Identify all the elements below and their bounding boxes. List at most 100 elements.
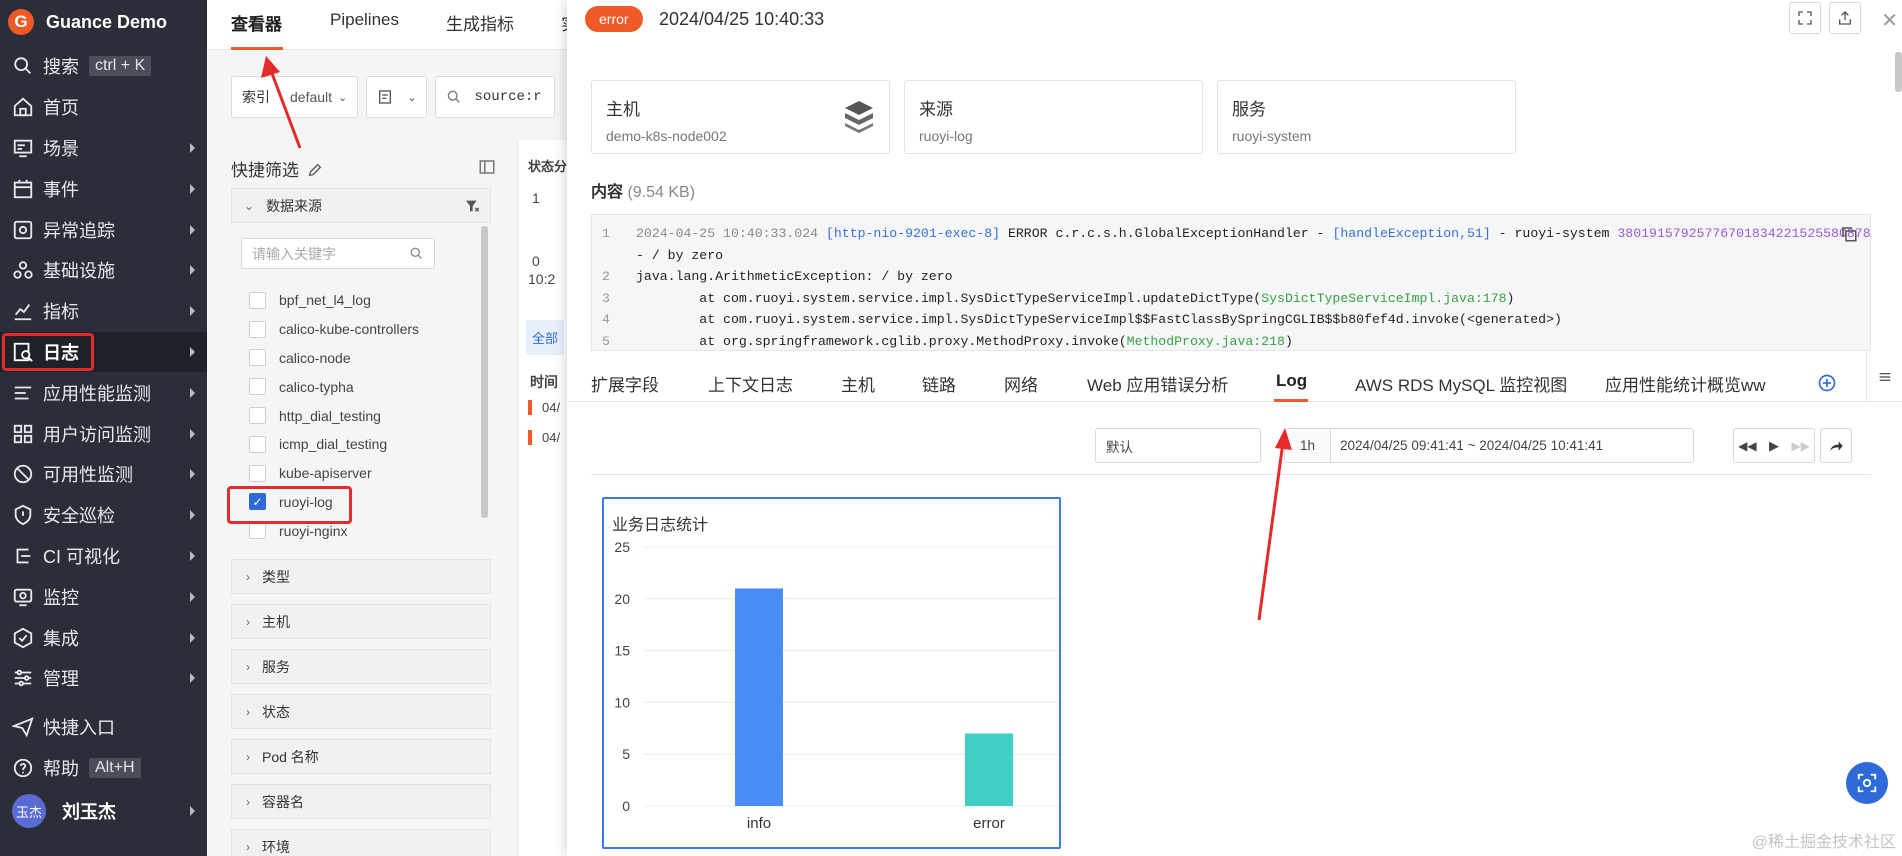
rewind-icon[interactable]: ◀◀	[1734, 439, 1761, 453]
time-range-value: 2024/04/25 09:41:41 ~ 2024/04/25 10:41:4…	[1340, 438, 1604, 453]
tab-log[interactable]: Log	[1276, 371, 1307, 391]
sidebar-item-label: CI 可视化	[43, 546, 121, 567]
tab-context-logs[interactable]: 上下文日志	[708, 371, 793, 396]
checkbox[interactable]	[249, 291, 266, 309]
facet-container-name[interactable]: › 容器名	[231, 784, 491, 819]
scrollbar[interactable]	[1895, 52, 1902, 92]
tab-web-error-analysis[interactable]: Web 应用错误分析	[1087, 371, 1228, 396]
query-mode-select[interactable]: ⌄	[366, 76, 428, 118]
time-preset[interactable]: 1h	[1285, 429, 1331, 462]
brand[interactable]: G Guance Demo	[0, 0, 207, 44]
list-item[interactable]: calico-kube-controllers	[249, 315, 449, 344]
facet-host[interactable]: › 主机	[231, 604, 491, 639]
sidebar-item-rum[interactable]: 用户访问监测	[0, 413, 207, 454]
tab-apm-overview[interactable]: 应用性能统计概览ww	[1605, 371, 1766, 396]
tab-pipelines[interactable]: Pipelines	[330, 10, 399, 30]
checkbox[interactable]	[249, 378, 266, 396]
fullscreen-button[interactable]	[1789, 2, 1821, 34]
tab-trace[interactable]: 链路	[922, 371, 956, 396]
sidebar-item-security[interactable]: 安全巡检	[0, 495, 207, 536]
list-item[interactable]: kube-apiserver	[249, 459, 449, 488]
sidebar-item-manage[interactable]: 管理	[0, 658, 207, 699]
list-item[interactable]: calico-typha	[249, 372, 449, 401]
sidebar-item-integration[interactable]: 集成	[0, 617, 207, 658]
time-range-picker[interactable]: 1h 2024/04/25 09:41:41 ~ 2024/04/25 10:4…	[1284, 428, 1694, 463]
checkbox[interactable]	[249, 435, 266, 453]
log-content-viewer[interactable]: 1 2024-04-25 10:40:33.024 [http-nio-9201-…	[591, 214, 1871, 351]
close-icon[interactable]: ✕	[1881, 8, 1898, 33]
facet-service[interactable]: › 服务	[231, 649, 491, 684]
monitor-icon	[13, 588, 33, 606]
sidebar-item-issues[interactable]: 异常追踪	[0, 209, 207, 250]
chevron-down-icon: ⌄	[407, 91, 417, 104]
tab-explorer[interactable]: 查看器	[231, 10, 282, 35]
tab-host[interactable]: 主机	[841, 371, 875, 396]
filter-clear-icon[interactable]	[464, 198, 480, 214]
scrollbar[interactable]	[481, 226, 488, 518]
table-row[interactable]: 04/	[528, 430, 560, 445]
log-detail-drawer: error 2024/04/25 10:40:33 ✕ 主机 demo-k8s-…	[567, 0, 1902, 856]
sidebar-item-infra[interactable]: 基础设施	[0, 250, 207, 291]
sidebar-item-monitor[interactable]: 监控	[0, 576, 207, 617]
sidebar-help[interactable]: 帮助 Alt+H	[0, 748, 207, 789]
tabs-menu-button[interactable]	[1866, 352, 1902, 402]
chevron-right-icon	[190, 387, 195, 398]
detail-tabs: 扩展字段 上下文日志 主机 链路 网络 Web 应用错误分析 Log AWS R…	[567, 352, 1902, 402]
edit-icon[interactable]	[307, 162, 323, 178]
drawer-header: error 2024/04/25 10:40:33 ✕	[567, 0, 1902, 44]
checkbox[interactable]	[249, 349, 266, 367]
sidebar-item-scenes[interactable]: 场景	[0, 128, 207, 169]
sidebar-item-home[interactable]: 首页	[0, 87, 207, 128]
sidebar-item-label: 基础设施	[43, 261, 115, 282]
datasource-facet-header[interactable]: ⌄ 数据来源	[231, 188, 491, 223]
list-item[interactable]: http_dial_testing	[249, 401, 449, 430]
table-row[interactable]: 04/	[528, 400, 560, 415]
copy-icon[interactable]	[1840, 225, 1858, 243]
tab-extended-fields[interactable]: 扩展字段	[591, 371, 659, 396]
tab-aws-rds-mysql[interactable]: AWS RDS MySQL 监控视图	[1355, 371, 1567, 396]
collapse-panel-icon[interactable]	[478, 158, 496, 176]
checkbox[interactable]	[249, 407, 266, 425]
add-tab-icon[interactable]	[1817, 373, 1837, 393]
play-icon[interactable]: ▶	[1761, 438, 1788, 454]
export-button[interactable]	[1829, 2, 1861, 34]
chart-card[interactable]: 业务日志统计 0 5 10 15 20 25 info error	[602, 497, 1061, 849]
facet-pod-name[interactable]: › Pod 名称	[231, 739, 491, 774]
sidebar-item-metrics[interactable]: 指标	[0, 291, 207, 332]
share-button[interactable]	[1820, 428, 1852, 463]
checkbox[interactable]	[249, 320, 266, 338]
tab-generate-metrics[interactable]: 生成指标	[446, 10, 514, 35]
list-item[interactable]: calico-node	[249, 344, 449, 373]
sidebar-item-ci[interactable]: CI 可视化	[0, 536, 207, 577]
shield-icon	[14, 504, 32, 526]
facet-env[interactable]: › 环境	[231, 829, 491, 856]
user-menu[interactable]: 玉杰 刘玉杰	[12, 794, 116, 828]
card-host[interactable]: 主机 demo-k8s-node002	[591, 80, 890, 154]
sidebar-quick-entry[interactable]: 快捷入口	[0, 707, 207, 748]
sidebar-item-label: 首页	[43, 98, 79, 119]
sidebar-item-events[interactable]: 事件	[0, 168, 207, 209]
facet-type[interactable]: › 类型	[231, 559, 491, 594]
card-service[interactable]: 服务 ruoyi-system	[1217, 80, 1516, 154]
list-item[interactable]: bpf_net_l4_log	[249, 286, 449, 315]
sidebar-item-synthetics[interactable]: 可用性监测	[0, 454, 207, 495]
fast-forward-icon[interactable]: ▶▶	[1787, 439, 1814, 453]
datasource-search-input[interactable]: 请输入关键字	[241, 238, 435, 269]
checkbox[interactable]	[249, 464, 266, 482]
facet-status[interactable]: › 状态	[231, 694, 491, 729]
list-item[interactable]: icmp_dial_testing	[249, 430, 449, 459]
sidebar-search[interactable]: 搜索 ctrl + K	[0, 46, 207, 87]
view-select[interactable]: 默认	[1095, 428, 1261, 463]
query-text: source:r	[474, 89, 542, 105]
sidebar-item-apm[interactable]: 应用性能监测	[0, 372, 207, 413]
index-select[interactable]: 索引 default ⌄	[231, 76, 359, 118]
card-source[interactable]: 来源 ruoyi-log	[904, 80, 1203, 154]
search-icon	[410, 247, 422, 259]
tab-all[interactable]: 全部	[526, 320, 565, 355]
search-input[interactable]: source:r	[435, 76, 556, 118]
tab-network[interactable]: 网络	[1004, 371, 1038, 396]
checkbox[interactable]	[249, 522, 266, 540]
assistant-button[interactable]	[1846, 762, 1888, 804]
facet-label: 状态	[262, 703, 290, 720]
x-tick-label: error	[973, 815, 1005, 832]
